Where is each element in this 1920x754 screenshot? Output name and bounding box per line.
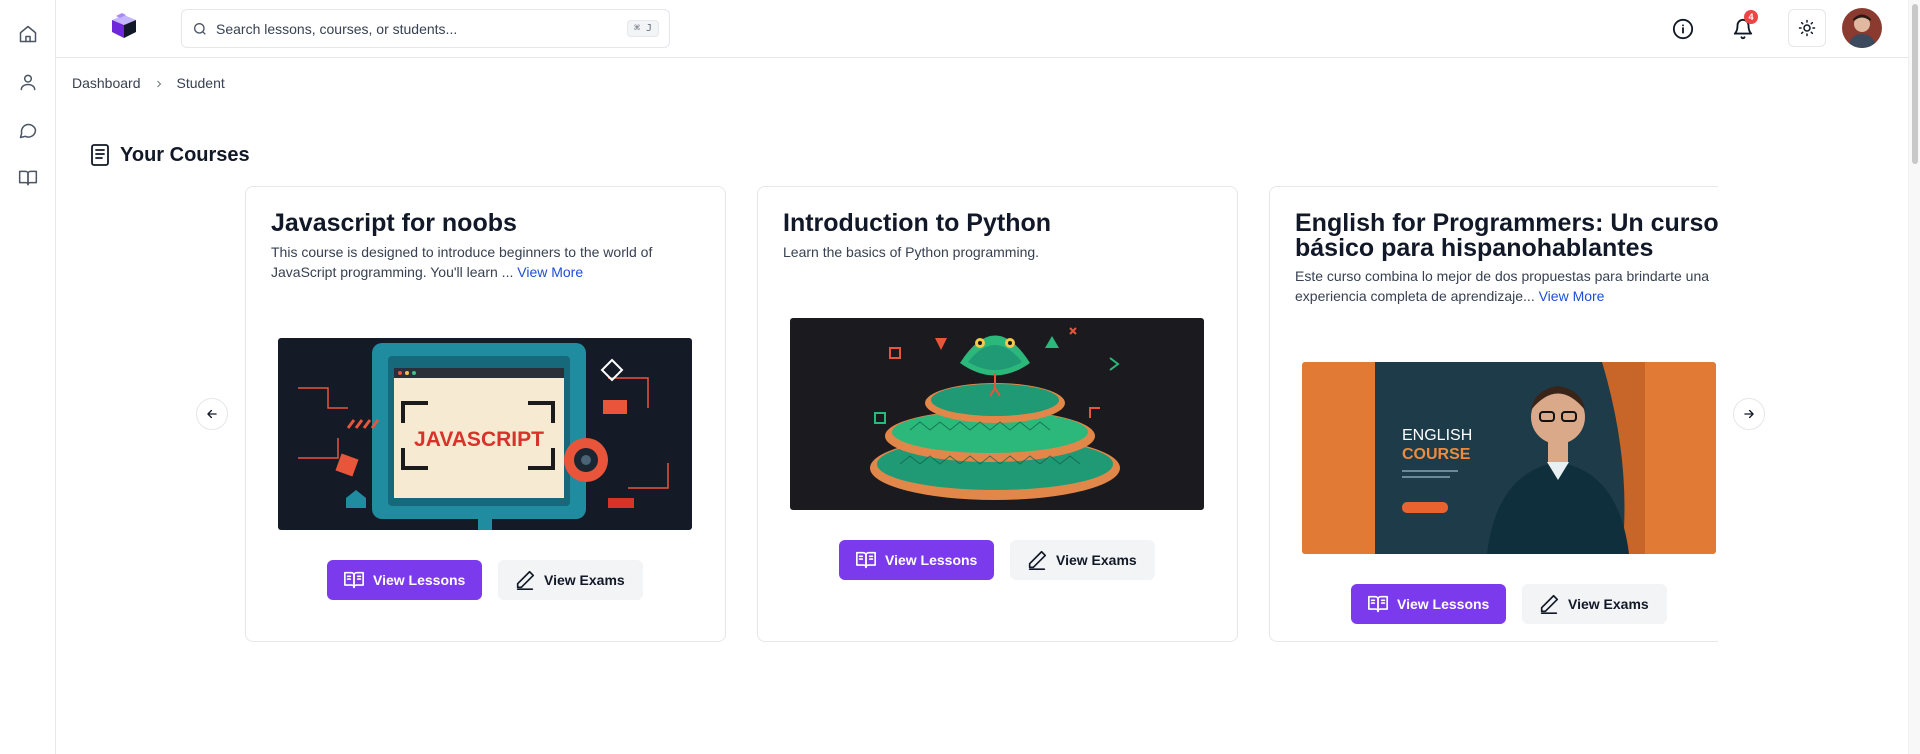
search-icon <box>192 21 208 37</box>
course-title: Javascript for noobs <box>271 209 517 237</box>
view-lessons-button[interactable]: View Lessons <box>1351 584 1506 624</box>
english-image-label: ENGLISH <box>1402 427 1472 444</box>
course-thumbnail: JAVASCRIPT <box>278 338 692 530</box>
messages-nav-button[interactable] <box>14 116 42 144</box>
course-image-label: COURSE <box>1402 446 1471 463</box>
search-shortcut-hint: ⌘ J <box>626 20 659 37</box>
notebook-icon <box>91 144 109 166</box>
course-title: English for Programmers: Un curso básico… <box>1295 209 1718 262</box>
course-card: Javascript for noobs This course is desi… <box>245 186 726 642</box>
carousel-next-button[interactable] <box>1733 398 1765 430</box>
book-open-icon <box>1368 595 1388 613</box>
course-thumbnail <box>790 318 1204 510</box>
home-nav-button[interactable] <box>14 20 42 48</box>
courses-carousel: Javascript for noobs This course is desi… <box>245 186 1718 642</box>
search-input[interactable] <box>216 20 627 37</box>
course-description-text: Learn the basics of Python programming. <box>783 244 1040 260</box>
book-open-icon <box>344 571 364 589</box>
chat-icon <box>19 123 37 139</box>
view-exams-label: View Exams <box>1056 552 1137 568</box>
view-lessons-label: View Lessons <box>1397 596 1490 612</box>
pencil-icon <box>516 570 535 590</box>
section-header: Your Courses <box>88 143 250 167</box>
arrow-right-icon <box>1744 409 1754 419</box>
view-exams-button[interactable]: View Exams <box>498 560 643 600</box>
chevron-right-icon <box>153 77 165 89</box>
info-icon <box>1672 18 1694 40</box>
courses-nav-button[interactable] <box>14 164 42 192</box>
user-icon <box>20 74 36 91</box>
info-button[interactable] <box>1666 12 1700 46</box>
course-actions: View Lessons View Exams <box>839 540 1155 580</box>
javascript-image-label: JAVASCRIPT <box>414 428 544 451</box>
course-description-text: This course is designed to introduce beg… <box>271 244 653 280</box>
breadcrumb-dashboard[interactable]: Dashboard <box>72 75 141 91</box>
page-title: Your Courses <box>120 143 250 166</box>
sidebar-rail <box>0 0 56 754</box>
logo-icon <box>112 13 136 38</box>
course-actions: View Lessons View Exams <box>1351 584 1667 624</box>
view-lessons-button[interactable]: View Lessons <box>839 540 994 580</box>
sun-icon <box>1798 19 1816 37</box>
view-exams-label: View Exams <box>1568 596 1649 612</box>
course-actions: View Lessons View Exams <box>327 560 643 600</box>
course-thumbnail: ENGLISH COURSE <box>1302 362 1716 554</box>
breadcrumb-student[interactable]: Student <box>177 75 225 91</box>
course-card: English for Programmers: Un curso básico… <box>1269 186 1718 642</box>
search-bar[interactable]: ⌘ J <box>181 9 670 48</box>
view-more-link[interactable]: View More <box>1539 288 1605 304</box>
view-exams-button[interactable]: View Exams <box>1522 584 1667 624</box>
view-lessons-label: View Lessons <box>373 572 466 588</box>
notification-badge: 4 <box>1744 10 1758 24</box>
course-description: Learn the basics of Python programming. <box>783 242 1217 262</box>
pencil-icon <box>1028 550 1047 570</box>
course-description: This course is designed to introduce beg… <box>271 242 705 282</box>
arrow-left-icon <box>207 409 217 419</box>
app-root: ⌘ J 4 Dashboard Student <box>0 0 1920 754</box>
notifications-button[interactable]: 4 <box>1726 10 1760 46</box>
book-open-icon <box>856 551 876 569</box>
app-logo[interactable] <box>108 12 140 40</box>
course-title: Introduction to Python <box>783 209 1052 237</box>
theme-toggle-button[interactable] <box>1788 9 1826 47</box>
top-bar: ⌘ J 4 <box>56 0 1908 58</box>
view-more-link[interactable]: View More <box>517 264 583 280</box>
view-lessons-button[interactable]: View Lessons <box>327 560 482 600</box>
view-lessons-label: View Lessons <box>885 552 978 568</box>
profile-nav-button[interactable] <box>14 68 42 96</box>
book-icon <box>18 170 38 186</box>
view-exams-button[interactable]: View Exams <box>1010 540 1155 580</box>
scrollbar-thumb[interactable] <box>1912 4 1918 164</box>
user-avatar[interactable] <box>1842 8 1882 48</box>
carousel-prev-button[interactable] <box>196 398 228 430</box>
breadcrumb: Dashboard Student <box>72 75 225 91</box>
course-description: Este curso combina lo mejor de dos propu… <box>1295 266 1718 306</box>
page-scrollbar[interactable] <box>1908 0 1920 754</box>
course-description-text: Este curso combina lo mejor de dos propu… <box>1295 268 1710 304</box>
course-card: Introduction to Python Learn the basics … <box>757 186 1238 642</box>
home-icon <box>19 25 37 43</box>
view-exams-label: View Exams <box>544 572 625 588</box>
pencil-icon <box>1540 594 1559 614</box>
